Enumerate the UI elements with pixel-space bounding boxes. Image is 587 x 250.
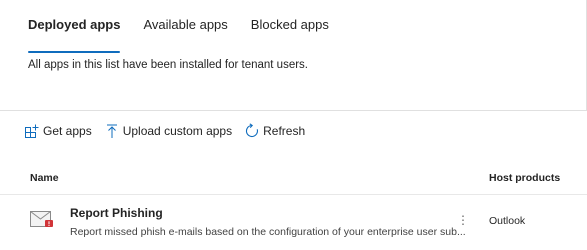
tab-list: Deployed apps Available apps Blocked app…	[28, 17, 352, 53]
refresh-icon	[244, 123, 260, 139]
app-description: Report missed phish e-mails based on the…	[70, 226, 466, 238]
app-name[interactable]: Report Phishing	[70, 206, 163, 220]
tab-blocked-apps[interactable]: Blocked apps	[251, 17, 329, 43]
toolbar: Get apps Upload custom apps Refresh	[24, 121, 317, 141]
get-apps-label: Get apps	[43, 124, 92, 138]
section-divider	[0, 110, 587, 111]
host-product: Outlook	[489, 215, 526, 227]
page-description: All apps in this list have been installe…	[28, 59, 308, 71]
table-row[interactable]: Report Phishing Report missed phish e-ma…	[0, 195, 587, 250]
report-phishing-icon	[30, 210, 54, 228]
get-apps-button[interactable]: Get apps	[24, 123, 92, 139]
tab-deployed-apps[interactable]: Deployed apps	[28, 17, 121, 53]
upload-icon	[104, 123, 120, 139]
upload-custom-apps-button[interactable]: Upload custom apps	[104, 123, 232, 139]
column-header-host-products[interactable]: Host products	[489, 172, 560, 184]
refresh-button[interactable]: Refresh	[244, 123, 305, 139]
add-app-icon	[24, 123, 40, 139]
refresh-label: Refresh	[263, 124, 306, 138]
tab-available-apps[interactable]: Available apps	[143, 17, 227, 43]
more-options-icon[interactable]: ⋮	[457, 213, 469, 227]
column-header-name[interactable]: Name	[30, 172, 59, 184]
upload-custom-apps-label: Upload custom apps	[122, 124, 233, 138]
